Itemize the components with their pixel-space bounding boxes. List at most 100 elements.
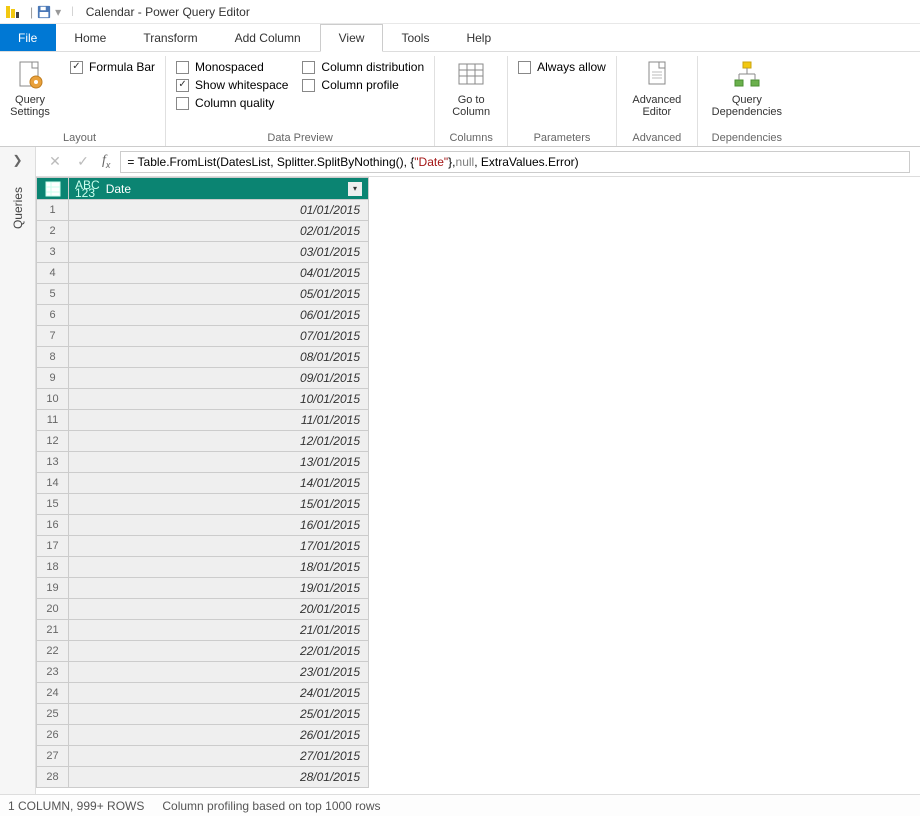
cell-date[interactable]: 02/01/2015 — [69, 221, 369, 242]
table-row[interactable]: 404/01/2015 — [37, 263, 369, 284]
fx-icon[interactable]: fx — [102, 153, 110, 170]
row-number[interactable]: 17 — [37, 536, 69, 557]
row-number[interactable]: 18 — [37, 557, 69, 578]
table-row[interactable]: 2424/01/2015 — [37, 683, 369, 704]
cell-date[interactable]: 03/01/2015 — [69, 242, 369, 263]
monospaced-checkbox[interactable]: Monospaced — [176, 60, 288, 74]
cell-date[interactable]: 14/01/2015 — [69, 473, 369, 494]
cell-date[interactable]: 10/01/2015 — [69, 389, 369, 410]
cancel-icon[interactable]: ✕ — [46, 153, 64, 171]
cell-date[interactable]: 05/01/2015 — [69, 284, 369, 305]
row-number[interactable]: 25 — [37, 704, 69, 725]
tab-help[interactable]: Help — [448, 24, 510, 51]
table-row[interactable]: 909/01/2015 — [37, 368, 369, 389]
formula-input[interactable]: = Table.FromList(DatesList, Splitter.Spl… — [120, 151, 910, 173]
table-row[interactable]: 1616/01/2015 — [37, 515, 369, 536]
cell-date[interactable]: 07/01/2015 — [69, 326, 369, 347]
cell-date[interactable]: 20/01/2015 — [69, 599, 369, 620]
cell-date[interactable]: 09/01/2015 — [69, 368, 369, 389]
cell-date[interactable]: 21/01/2015 — [69, 620, 369, 641]
table-row[interactable]: 505/01/2015 — [37, 284, 369, 305]
row-number[interactable]: 16 — [37, 515, 69, 536]
confirm-icon[interactable]: ✓ — [74, 153, 92, 171]
row-number[interactable]: 11 — [37, 410, 69, 431]
cell-date[interactable]: 28/01/2015 — [69, 767, 369, 788]
cell-date[interactable]: 01/01/2015 — [69, 200, 369, 221]
row-number[interactable]: 2 — [37, 221, 69, 242]
table-row[interactable]: 2525/01/2015 — [37, 704, 369, 725]
table-row[interactable]: 1212/01/2015 — [37, 431, 369, 452]
cell-date[interactable]: 16/01/2015 — [69, 515, 369, 536]
row-number[interactable]: 5 — [37, 284, 69, 305]
row-number[interactable]: 14 — [37, 473, 69, 494]
cell-date[interactable]: 12/01/2015 — [69, 431, 369, 452]
row-number[interactable]: 3 — [37, 242, 69, 263]
table-row[interactable]: 606/01/2015 — [37, 305, 369, 326]
queries-panel-collapsed[interactable]: ❯ Queries — [0, 147, 36, 794]
table-row[interactable]: 1313/01/2015 — [37, 452, 369, 473]
chevron-right-icon[interactable]: ❯ — [12, 153, 22, 167]
cell-date[interactable]: 18/01/2015 — [69, 557, 369, 578]
table-row[interactable]: 1919/01/2015 — [37, 578, 369, 599]
cell-date[interactable]: 15/01/2015 — [69, 494, 369, 515]
cell-date[interactable]: 19/01/2015 — [69, 578, 369, 599]
table-row[interactable]: 2828/01/2015 — [37, 767, 369, 788]
cell-date[interactable]: 23/01/2015 — [69, 662, 369, 683]
table-row[interactable]: 2020/01/2015 — [37, 599, 369, 620]
row-number[interactable]: 27 — [37, 746, 69, 767]
row-number[interactable]: 6 — [37, 305, 69, 326]
save-icon[interactable] — [37, 5, 51, 19]
table-row[interactable]: 2727/01/2015 — [37, 746, 369, 767]
table-row[interactable]: 2121/01/2015 — [37, 620, 369, 641]
cell-date[interactable]: 13/01/2015 — [69, 452, 369, 473]
tab-view[interactable]: View — [320, 24, 384, 52]
select-all-corner[interactable] — [37, 178, 69, 200]
row-number[interactable]: 10 — [37, 389, 69, 410]
table-row[interactable]: 2222/01/2015 — [37, 641, 369, 662]
query-settings-button[interactable]: Query Settings — [4, 58, 56, 120]
row-number[interactable]: 7 — [37, 326, 69, 347]
table-row[interactable]: 1414/01/2015 — [37, 473, 369, 494]
table-row[interactable]: 2323/01/2015 — [37, 662, 369, 683]
row-number[interactable]: 9 — [37, 368, 69, 389]
row-number[interactable]: 24 — [37, 683, 69, 704]
column-distribution-checkbox[interactable]: Column distribution — [302, 60, 424, 74]
row-number[interactable]: 8 — [37, 347, 69, 368]
column-quality-checkbox[interactable]: Column quality — [176, 96, 288, 110]
cell-date[interactable]: 11/01/2015 — [69, 410, 369, 431]
cell-date[interactable]: 25/01/2015 — [69, 704, 369, 725]
table-row[interactable]: 1010/01/2015 — [37, 389, 369, 410]
cell-date[interactable]: 22/01/2015 — [69, 641, 369, 662]
filter-dropdown-icon[interactable]: ▾ — [348, 182, 362, 196]
cell-date[interactable]: 08/01/2015 — [69, 347, 369, 368]
goto-column-button[interactable]: Go to Column — [445, 58, 497, 120]
row-number[interactable]: 22 — [37, 641, 69, 662]
row-number[interactable]: 4 — [37, 263, 69, 284]
tab-transform[interactable]: Transform — [125, 24, 216, 51]
tab-home[interactable]: Home — [56, 24, 125, 51]
cell-date[interactable]: 24/01/2015 — [69, 683, 369, 704]
row-number[interactable]: 28 — [37, 767, 69, 788]
table-row[interactable]: 1818/01/2015 — [37, 557, 369, 578]
table-row[interactable]: 202/01/2015 — [37, 221, 369, 242]
table-row[interactable]: 303/01/2015 — [37, 242, 369, 263]
row-number[interactable]: 23 — [37, 662, 69, 683]
row-number[interactable]: 13 — [37, 452, 69, 473]
advanced-editor-button[interactable]: Advanced Editor — [627, 58, 687, 120]
cell-date[interactable]: 17/01/2015 — [69, 536, 369, 557]
row-number[interactable]: 15 — [37, 494, 69, 515]
row-number[interactable]: 19 — [37, 578, 69, 599]
table-row[interactable]: 101/01/2015 — [37, 200, 369, 221]
show-whitespace-checkbox[interactable]: Show whitespace — [176, 78, 288, 92]
table-row[interactable]: 2626/01/2015 — [37, 725, 369, 746]
column-profile-checkbox[interactable]: Column profile — [302, 78, 424, 92]
always-allow-checkbox[interactable]: Always allow — [518, 60, 606, 74]
abc123-type-icon[interactable]: ABC123 — [75, 181, 100, 197]
table-row[interactable]: 808/01/2015 — [37, 347, 369, 368]
data-grid[interactable]: ABC123 Date ▾ 101/01/2015202/01/2015303/… — [36, 177, 920, 794]
tab-file[interactable]: File — [0, 24, 56, 51]
tab-addcolumn[interactable]: Add Column — [217, 24, 320, 51]
row-number[interactable]: 20 — [37, 599, 69, 620]
row-number[interactable]: 21 — [37, 620, 69, 641]
table-row[interactable]: 707/01/2015 — [37, 326, 369, 347]
